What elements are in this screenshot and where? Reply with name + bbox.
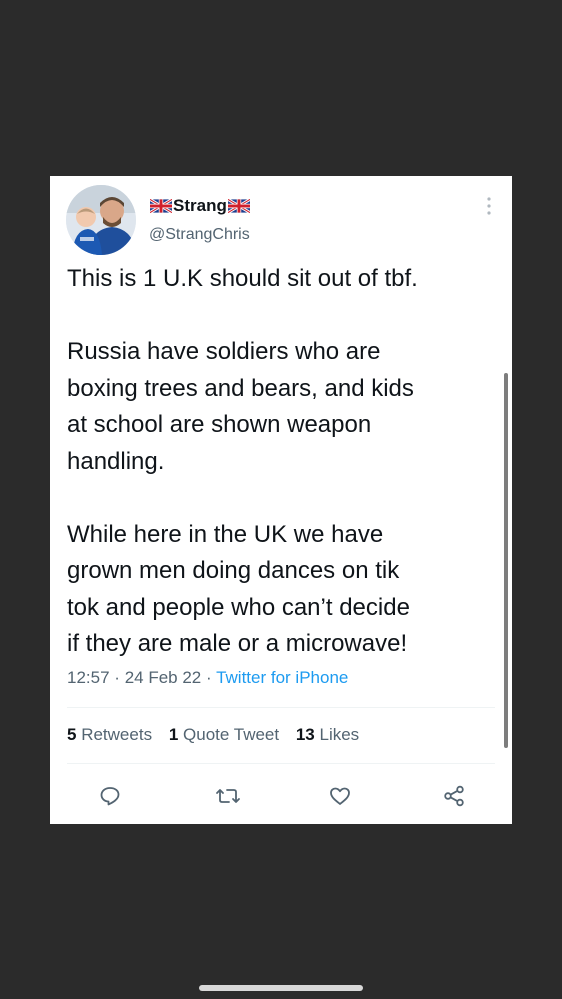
share-button[interactable] [439,781,469,811]
quote-tweets-stat[interactable]: 1 Quote Tweet [169,725,279,744]
avatar[interactable] [66,185,136,255]
likes-stat[interactable]: 13 Likes [296,725,359,744]
reply-button[interactable] [95,781,125,811]
tweet-paragraph: Russia have soldiers who are boxing tree… [67,338,414,475]
tweet-time[interactable]: 12:57 [67,668,110,687]
screenshot-background: Strang @StrangChris This is 1 U.K should… [0,0,562,999]
likes-label: Likes [319,725,360,744]
tweet-source-link[interactable]: Twitter for iPhone [216,668,348,687]
divider [67,707,495,708]
meta-separator: · [114,668,120,687]
uk-flag-icon [150,199,172,213]
retweets-count: 5 [67,725,77,744]
retweet-button[interactable] [213,781,243,811]
action-bar [50,781,512,811]
display-name[interactable]: Strang [149,196,251,216]
more-options-icon[interactable] [484,194,494,218]
uk-flag-icon [227,199,250,213]
tweet-card: Strang @StrangChris This is 1 U.K should… [50,176,512,824]
meta-separator: · [205,668,212,687]
retweets-label: Retweets [81,725,153,744]
reply-icon [100,787,120,806]
tweet-stats: 5 Retweets 1 Quote Tweet 13 Likes [67,725,371,745]
scrollbar[interactable] [504,373,508,748]
tweet-date[interactable]: 24 Feb 22 [125,668,202,687]
tweet-metadata: 12:57 · 24 Feb 22 · Twitter for iPhone [67,668,348,688]
divider [67,763,495,764]
likes-count: 13 [295,725,315,744]
home-indicator[interactable] [199,985,363,991]
tweet-paragraph: While here in the UK we have grown men d… [67,520,410,658]
avatar-photo [66,185,136,255]
user-handle[interactable]: @StrangChris [149,226,250,244]
like-icon [330,787,350,805]
display-name-text: Strang [173,196,227,215]
retweets-stat[interactable]: 5 Retweets [67,725,152,744]
quote-tweets-label: Quote Tweet [183,725,280,744]
tweet-text: This is 1 U.K should sit out of tbf. Rus… [67,261,503,663]
retweet-icon [216,789,240,803]
share-icon [444,785,464,807]
quote-tweets-count: 1 [168,725,179,744]
like-button[interactable] [325,781,355,811]
tweet-paragraph: This is 1 U.K should sit out of tbf. [67,265,418,292]
